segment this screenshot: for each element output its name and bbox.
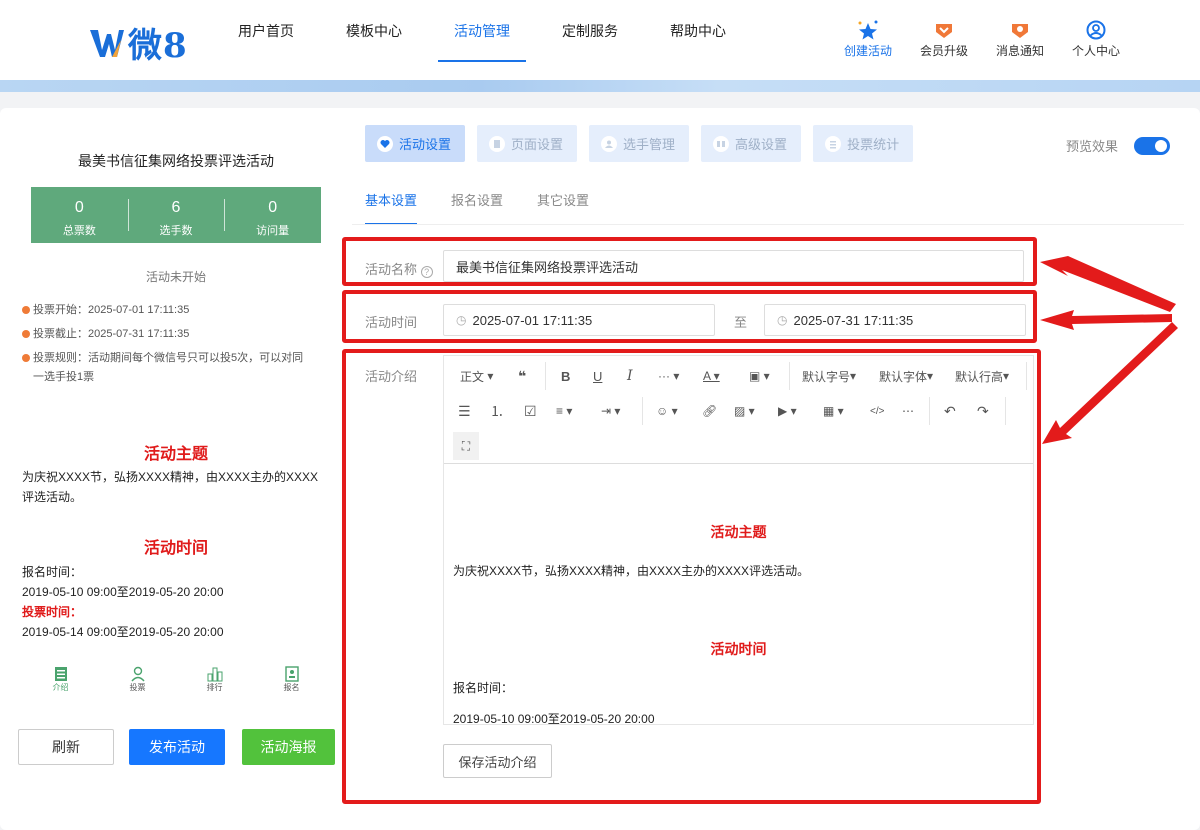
arrow-to-time (1040, 310, 1172, 330)
arrow-to-name (1040, 256, 1176, 312)
annotation-arrows (1040, 256, 1178, 444)
arrow-to-intro (1042, 322, 1178, 444)
